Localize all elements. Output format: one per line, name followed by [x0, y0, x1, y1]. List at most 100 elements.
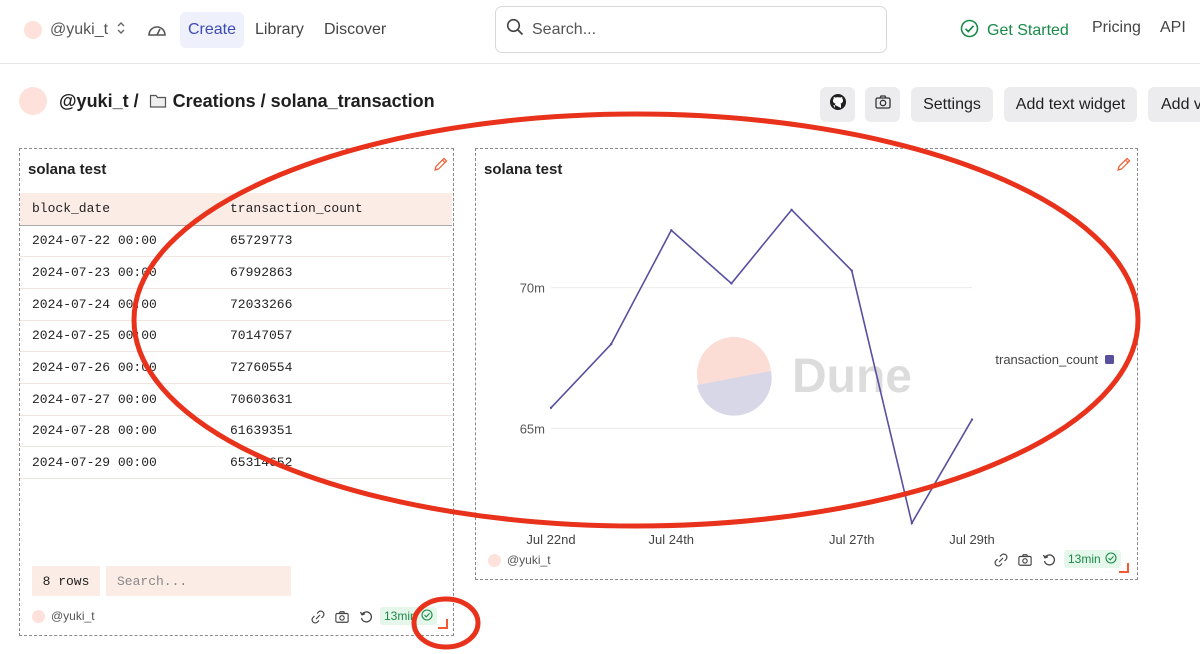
- column-header[interactable]: block_date: [20, 193, 230, 226]
- table-cell: 2024-07-26 00:00: [20, 351, 230, 384]
- table-cell: 70603631: [230, 383, 452, 416]
- dashboard-gauge-icon[interactable]: [146, 20, 168, 40]
- data-point: [790, 208, 793, 212]
- nav-discover[interactable]: Discover: [316, 12, 394, 48]
- search-input[interactable]: [532, 20, 862, 39]
- line-chart: Dune 70m 65m Jul 22nd Jul 24th Jul 27th Jul …: [520, 208, 1114, 547]
- x-tick-label: Jul 24th: [649, 532, 695, 547]
- avatar: [19, 87, 47, 115]
- y-tick-label: 65m: [520, 421, 545, 436]
- camera-icon: [874, 95, 891, 114]
- freshness-label: 13min: [384, 609, 417, 623]
- data-point: [609, 342, 613, 346]
- table-row: 2024-07-26 00:00 72760554: [20, 351, 452, 384]
- table-row: 2024-07-25 00:00 70147057: [20, 320, 452, 353]
- account-switcher[interactable]: @yuki_t: [24, 18, 126, 42]
- watermark-text: Dune: [792, 350, 912, 403]
- freshness-badge: 13min: [380, 607, 437, 625]
- avatar: [24, 21, 42, 39]
- search-icon: [506, 18, 524, 41]
- data-point: [549, 406, 553, 410]
- breadcrumb-path[interactable]: Creations / solana_transaction: [173, 91, 435, 112]
- results-table: block_date transaction_count 2024-07-22 …: [20, 193, 452, 479]
- author-name: @yuki_t: [51, 609, 95, 623]
- pricing-link[interactable]: Pricing: [1092, 19, 1141, 37]
- global-search[interactable]: [495, 6, 887, 53]
- data-point: [850, 269, 853, 272]
- table-cell: 72760554: [230, 351, 452, 384]
- table-row: 2024-07-29 00:00 65314652: [20, 446, 452, 479]
- row-count-badge: 8 rows: [32, 566, 100, 596]
- screenshot-button[interactable]: [865, 87, 900, 122]
- folder-icon: [149, 93, 167, 109]
- data-point: [910, 521, 914, 525]
- table-cell: 2024-07-28 00:00: [20, 415, 230, 448]
- resize-handle[interactable]: [1119, 563, 1129, 573]
- add-text-widget-button[interactable]: Add text widget: [1004, 87, 1137, 122]
- table-cell: 2024-07-24 00:00: [20, 288, 230, 321]
- check-circle-icon: [960, 19, 979, 43]
- breadcrumb-user[interactable]: @yuki_t /: [59, 91, 139, 112]
- widget-author[interactable]: @yuki_t: [32, 609, 95, 623]
- table-cell: 65729773: [230, 225, 452, 258]
- avatar: [488, 553, 501, 567]
- table-search-input[interactable]: Search...: [106, 566, 291, 596]
- account-name: @yuki_t: [50, 21, 109, 38]
- github-icon: [829, 93, 847, 116]
- table-cell: 2024-07-27 00:00: [20, 383, 230, 416]
- embed-link-icon[interactable]: [311, 610, 325, 624]
- freshness-label: 13min: [1068, 552, 1101, 566]
- github-button[interactable]: [820, 87, 855, 122]
- resize-handle[interactable]: [438, 619, 448, 629]
- author-name: @yuki_t: [507, 553, 551, 567]
- data-point: [730, 282, 733, 285]
- table-row: 2024-07-23 00:00 67992863: [20, 256, 452, 289]
- edit-pencil-icon[interactable]: [433, 156, 449, 172]
- table-row: 2024-07-24 00:00 72033266: [20, 288, 452, 321]
- chart-widget: solana test Dune 70m 65m Jul 22nd Jul 24th…: [475, 148, 1138, 580]
- breadcrumb: @yuki_t / Creations / solana_transaction: [19, 86, 435, 116]
- dune-watermark: Dune: [697, 337, 912, 416]
- add-visualization-button[interactable]: Add v: [1148, 87, 1200, 122]
- table-cell: 61639351: [230, 415, 452, 448]
- api-link[interactable]: API: [1160, 19, 1186, 37]
- nav-library[interactable]: Library: [247, 12, 312, 48]
- camera-icon[interactable]: [335, 610, 349, 624]
- table-cell: 2024-07-29 00:00: [20, 446, 230, 479]
- data-point: [670, 229, 673, 232]
- widget-author[interactable]: @yuki_t: [488, 553, 551, 567]
- table-cell: 70147057: [230, 320, 452, 353]
- table-cell: 2024-07-23 00:00: [20, 256, 230, 289]
- freshness-badge: 13min: [1064, 550, 1121, 568]
- camera-icon[interactable]: [1018, 553, 1032, 567]
- refresh-icon[interactable]: [359, 610, 373, 624]
- top-navigation: @yuki_t Create Library Discover Get Star…: [0, 0, 1200, 64]
- avatar: [32, 609, 45, 623]
- get-started-link[interactable]: Get Started: [960, 19, 1069, 43]
- y-tick-label: 70m: [520, 281, 545, 296]
- x-tick-label: Jul 22nd: [526, 532, 575, 547]
- widget-title: solana test: [28, 161, 107, 178]
- settings-button[interactable]: Settings: [911, 87, 993, 122]
- refresh-icon[interactable]: [1042, 553, 1056, 567]
- x-tick-label: Jul 27th: [829, 532, 875, 547]
- legend-label[interactable]: transaction_count: [995, 352, 1098, 367]
- column-header[interactable]: transaction_count: [230, 193, 452, 226]
- check-circle-icon: [421, 608, 433, 624]
- table-row: 2024-07-27 00:00 70603631: [20, 383, 452, 416]
- table-row: 2024-07-22 00:00 65729773: [20, 225, 452, 258]
- nav-create[interactable]: Create: [180, 12, 245, 48]
- table-cell: 72033266: [230, 288, 452, 321]
- table-header-row: block_date transaction_count: [20, 193, 452, 226]
- table-cell: 2024-07-25 00:00: [20, 320, 230, 353]
- x-tick-label: Jul 29th: [949, 532, 995, 547]
- check-circle-icon: [1105, 551, 1117, 567]
- chevron-updown-icon: [116, 20, 126, 41]
- get-started-label: Get Started: [987, 22, 1069, 39]
- table-row: 2024-07-28 00:00 61639351: [20, 415, 452, 448]
- embed-link-icon[interactable]: [994, 553, 1008, 567]
- table-cell: 2024-07-22 00:00: [20, 225, 230, 258]
- table-widget: solana test block_date transaction_count…: [19, 148, 454, 636]
- legend-swatch: [1105, 355, 1114, 364]
- table-cell: 65314652: [230, 446, 452, 479]
